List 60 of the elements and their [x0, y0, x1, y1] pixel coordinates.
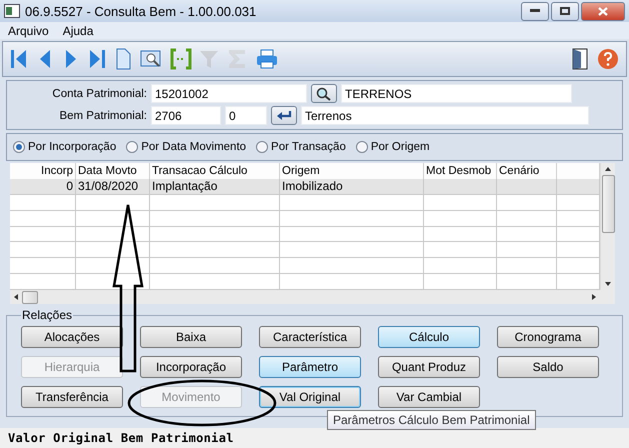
- help-icon[interactable]: [596, 47, 620, 71]
- field-label: Conta Patrimonial:: [51, 88, 147, 100]
- group-title: Relações: [21, 308, 74, 322]
- column-header[interactable]: Origem: [280, 163, 424, 179]
- scrollbar-thumb[interactable]: [22, 290, 38, 304]
- scroll-up-icon[interactable]: [604, 166, 612, 172]
- menu-item[interactable]: Arquivo: [8, 24, 49, 38]
- app-icon: [4, 4, 20, 18]
- relation-button[interactable]: Saldo: [497, 356, 599, 378]
- scroll-left-icon[interactable]: [13, 293, 19, 301]
- search-button[interactable]: [311, 84, 337, 103]
- radio-option[interactable]: Por Transação: [256, 141, 346, 153]
- minimize-icon: [530, 9, 540, 13]
- field-label: Bem Patrimonial:: [58, 110, 147, 122]
- scroll-down-icon[interactable]: [604, 281, 612, 287]
- status-bar: Valor Original Bem Patrimonial: [0, 428, 629, 448]
- return-icon: [276, 110, 292, 122]
- relation-button[interactable]: Alocações: [21, 326, 123, 348]
- sequence-field[interactable]: 0: [225, 106, 267, 125]
- relation-button[interactable]: Quant Produz: [378, 356, 480, 378]
- relation-button[interactable]: Cálculo: [378, 326, 480, 348]
- first-record-icon[interactable]: [9, 47, 29, 71]
- minimize-button[interactable]: [521, 2, 549, 20]
- scroll-right-icon[interactable]: [591, 293, 597, 301]
- relation-button[interactable]: Parâmetro: [259, 356, 361, 378]
- maximize-button[interactable]: [551, 2, 579, 20]
- column-header[interactable]: Transacao Cálculo: [150, 163, 280, 179]
- column-header[interactable]: Data Movto: [76, 163, 150, 179]
- relation-button[interactable]: Cronograma: [497, 326, 599, 348]
- close-icon: [598, 6, 608, 16]
- relation-button[interactable]: Baixa: [140, 326, 242, 348]
- relation-button[interactable]: Característica: [259, 326, 361, 348]
- tooltip: Parâmetros Cálculo Bem Patrimonial: [327, 410, 536, 430]
- relation-button[interactable]: Val Original: [259, 386, 361, 408]
- relation-button[interactable]: Transferência: [21, 386, 123, 408]
- radio-option[interactable]: Por Incorporação: [13, 141, 116, 153]
- column-header[interactable]: Mot Desmob: [424, 163, 497, 179]
- door-icon[interactable]: [570, 47, 590, 71]
- table-row[interactable]: 0 31/08/2020 Implantação Imobilizado: [10, 178, 600, 195]
- horizontal-scrollbar[interactable]: [10, 290, 600, 304]
- bracket-icon[interactable]: [169, 47, 193, 71]
- search-icon: [316, 86, 332, 100]
- enter-button[interactable]: [271, 106, 297, 125]
- radio-option[interactable]: Por Origem: [356, 141, 430, 153]
- input-field[interactable]: 2706: [151, 106, 221, 125]
- maximize-icon: [560, 7, 570, 15]
- input-field[interactable]: 15201002: [151, 84, 307, 103]
- description-field: Terrenos: [301, 106, 589, 125]
- description-field: TERRENOS: [341, 84, 572, 103]
- scrollbar-thumb[interactable]: [602, 175, 614, 233]
- window-title: 06.9.5527 - Consulta Bem - 1.00.00.031: [25, 4, 258, 18]
- relation-button[interactable]: Incorporação: [140, 356, 242, 378]
- column-header[interactable]: Cenário: [497, 163, 557, 179]
- last-record-icon[interactable]: [87, 47, 107, 71]
- radio-option[interactable]: Por Data Movimento: [126, 141, 246, 153]
- menu-item[interactable]: Ajuda: [62, 24, 94, 38]
- close-button[interactable]: [581, 2, 625, 20]
- vertical-scrollbar[interactable]: [600, 163, 615, 290]
- relation-button[interactable]: Var Cambial: [378, 386, 480, 408]
- printer-icon[interactable]: [255, 47, 279, 71]
